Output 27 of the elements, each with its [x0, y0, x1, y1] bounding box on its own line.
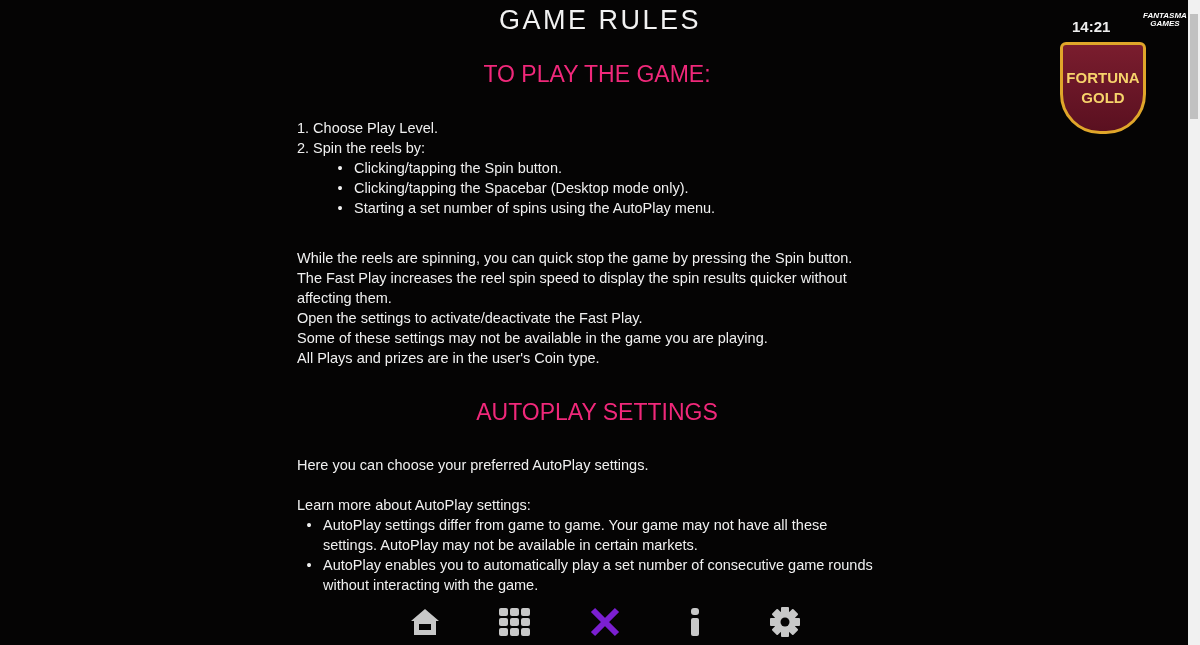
- page-title: GAME RULES: [498, 4, 701, 36]
- bullet: •: [336, 159, 344, 178]
- list-text: Spin the reels by:: [313, 139, 426, 158]
- bullet: •: [336, 179, 344, 198]
- paragraph-line: While the reels are spinning, you can quick stop the game by pressing the Spin button.: [297, 249, 854, 268]
- list-text: Starting a set number of spins using the AutoPlay menu.: [354, 199, 716, 218]
- list-text: AutoPlay enables you to automatically play a set number of consecutive game rounds without interacting with the game.: [323, 556, 874, 595]
- paragraph-line: Here you can choose your preferred AutoPlay settings.: [297, 456, 650, 475]
- paragraph-line: The Fast Play increases the reel spin speed to display the spin results quicker without affecting them.: [297, 269, 848, 308]
- section-heading: TO PLAY THE GAME:: [482, 60, 712, 89]
- studio-logo: FANTASMA GAMES: [1143, 12, 1187, 28]
- list-number: 2.: [297, 139, 310, 158]
- list-text: AutoPlay settings differ from game to game. Your game may not have all these settings. AutoPlay may not be available in certain markets.: [323, 516, 829, 555]
- bullet: •: [305, 556, 313, 575]
- list-text: Clicking/tapping the Spin button.: [354, 159, 562, 178]
- list-text: Clicking/tapping the Spacebar (Desktop mode only).: [354, 179, 689, 198]
- paragraph-line: Open the settings to activate/deactivate the Fast Play.: [297, 309, 644, 328]
- game-logo: FORTUNA GOLD: [1060, 42, 1146, 134]
- bullet: •: [336, 199, 344, 218]
- paragraph-line: Some of these settings may not be available in the game you are playing.: [297, 329, 769, 348]
- paragraph-line: Learn more about AutoPlay settings:: [297, 496, 532, 515]
- paragraph-line: All Plays and prizes are in the user's Coin type.: [297, 349, 601, 368]
- list-number: 1.: [297, 119, 310, 138]
- clock: 14:21: [1072, 18, 1111, 35]
- bullet: •: [305, 516, 313, 535]
- section-heading: AUTOPLAY SETTINGS: [475, 398, 719, 427]
- list-text: Choose Play Level.: [313, 119, 439, 138]
